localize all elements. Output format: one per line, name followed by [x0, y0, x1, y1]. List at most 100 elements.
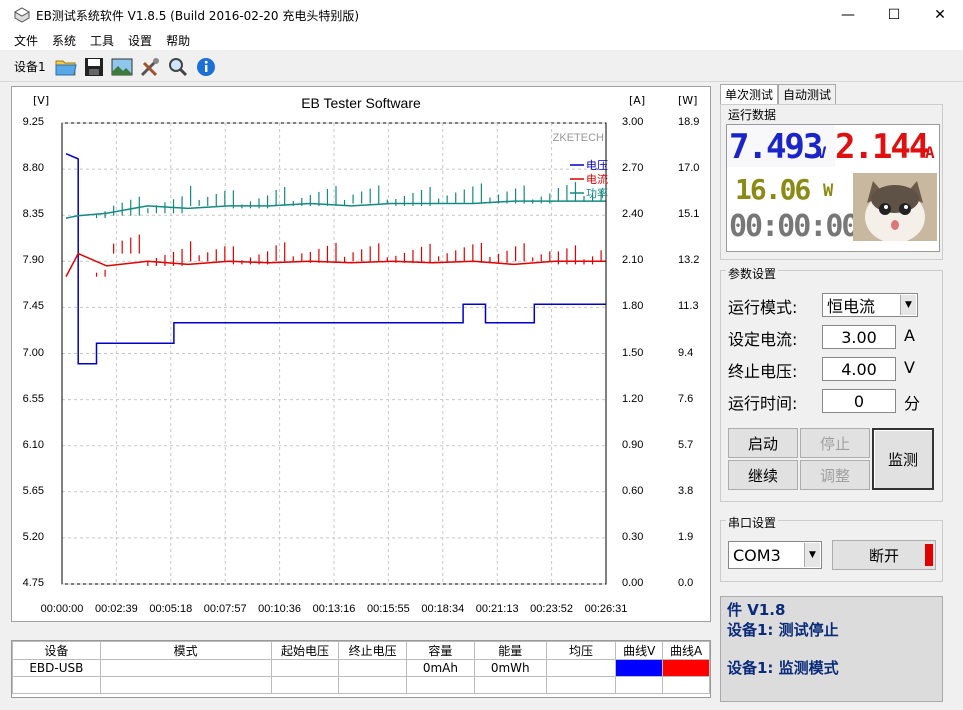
current-readout: 2.144: [835, 127, 929, 167]
x-tick: 00:13:16: [312, 603, 356, 615]
x-tick: 00:21:13: [475, 603, 519, 615]
stop-voltage-input[interactable]: 4.00: [822, 357, 896, 381]
start-button[interactable]: 启动: [728, 428, 798, 458]
x-tick: 00:02:39: [94, 603, 138, 615]
x-tick: 00:07:57: [203, 603, 247, 615]
disconnect-label: 断开: [868, 546, 899, 565]
window-title: EB测试系统软件 V1.8.5 (Build 2016-02-20 充电头特别版…: [36, 8, 360, 23]
y-left-tick: 8.35: [22, 208, 44, 221]
status-monitor: 设备1: 监测模式: [727, 659, 839, 677]
y-current-tick: 3.00: [622, 116, 644, 128]
y-power-tick: 5.7: [678, 438, 694, 451]
current-input[interactable]: 3.00: [822, 325, 896, 349]
y-power-tick: 13.2: [678, 254, 700, 267]
cat-photo-icon: [853, 173, 937, 241]
brand-label: ZKETECH: [553, 132, 604, 144]
menu-tools[interactable]: 工具: [90, 32, 114, 49]
col-capacity: 容量: [406, 641, 475, 660]
search-icon[interactable]: [164, 54, 192, 80]
com-port-select[interactable]: COM3 ▼: [728, 541, 822, 569]
y-power-tick: 7.6: [678, 392, 694, 405]
y-power-tick: 9.4: [678, 346, 694, 359]
col-curve-v: 曲线V: [615, 641, 664, 660]
power-readout: 16.06: [735, 173, 811, 206]
run-time-input[interactable]: 0: [822, 389, 896, 413]
y-power-tick: 11.3: [678, 300, 699, 313]
x-tick: 00:10:36: [258, 603, 301, 615]
stop-button[interactable]: 停止: [800, 428, 870, 458]
open-folder-icon[interactable]: [52, 54, 80, 80]
mode-select[interactable]: 恒电流 ▼: [822, 293, 918, 317]
x-tick: 00:18:34: [421, 603, 465, 615]
monitor-button[interactable]: 监测: [872, 428, 934, 490]
menu-system[interactable]: 系统: [52, 32, 76, 49]
chevron-down-icon[interactable]: ▼: [900, 295, 916, 315]
y-power-tick: 0.0: [678, 577, 694, 589]
image-icon[interactable]: [108, 54, 136, 80]
y-power-tick: 17.0: [678, 162, 700, 175]
x-tick: 00:05:18: [149, 603, 193, 615]
minimize-button[interactable]: —: [825, 0, 871, 30]
stop-voltage-label: 终止电压:: [728, 362, 798, 381]
y-current-tick: 0.60: [622, 484, 644, 497]
legend-label-1: 电流: [586, 172, 608, 186]
mode-value: 恒电流: [827, 297, 876, 316]
disconnect-button[interactable]: 断开: [832, 540, 936, 570]
table-row[interactable]: EBD-USB 0mAh 0mWh: [12, 659, 710, 677]
params-label: 参数设置: [726, 265, 779, 282]
menu-settings[interactable]: 设置: [128, 32, 152, 49]
cell-start-voltage: [270, 659, 340, 677]
cell-mode: [99, 659, 272, 677]
run-time-unit: 分: [904, 394, 921, 413]
chart-panel: EB Tester Software [V] [A] [W] 电压 电流 功率 ZKE…: [11, 86, 711, 622]
current-label: 设定电流:: [728, 330, 798, 349]
col-stop-voltage: 终止电压: [338, 641, 408, 660]
col-device: 设备: [12, 641, 101, 660]
tab-auto-test[interactable]: 自动测试: [778, 84, 837, 104]
x-tick: 00:15:55: [366, 603, 410, 615]
y-left-tick: 6.10: [22, 438, 44, 451]
curve-a-swatch[interactable]: [662, 659, 710, 677]
save-icon[interactable]: [80, 54, 108, 80]
continue-button[interactable]: 继续: [728, 460, 798, 490]
x-tick: 00:00:00: [40, 603, 84, 615]
app-icon: [14, 7, 30, 23]
cell-device: EBD-USB: [12, 659, 101, 677]
menu-file[interactable]: 文件: [14, 32, 38, 49]
power-unit: W: [823, 181, 834, 201]
tools-icon[interactable]: [136, 54, 164, 80]
maximize-button[interactable]: ☐: [871, 0, 917, 30]
cell-avg-voltage: [545, 659, 617, 677]
y-left-tick: 5.65: [22, 484, 44, 497]
status-test: 设备1: 测试停止: [727, 621, 839, 639]
com-port-value: COM3: [733, 545, 781, 565]
status-version: 件 V1.8: [727, 601, 786, 619]
y-current-tick: 0.00: [622, 577, 644, 589]
col-start-voltage: 起始电压: [270, 641, 340, 660]
y-left-tick: 5.20: [22, 530, 44, 543]
adjust-button[interactable]: 调整: [800, 460, 870, 490]
y-left-tick: 7.90: [22, 254, 44, 267]
close-button[interactable]: ✕: [917, 0, 963, 30]
current-unit: A: [925, 143, 935, 162]
y-current-tick: 1.20: [622, 392, 644, 405]
menu-bar: 文件 系统 工具 设置 帮助: [0, 30, 963, 50]
menu-help[interactable]: 帮助: [166, 32, 190, 49]
time-readout: 00:00:00: [729, 209, 859, 244]
chart-svg: 电压电流功率 ZKETECH: [61, 122, 608, 585]
cell-stop-voltage: [338, 659, 408, 677]
y-current-tick: 2.10: [622, 254, 644, 267]
table-row-empty: [12, 676, 710, 694]
y-power-tick: 3.8: [678, 484, 694, 497]
tab-single-test[interactable]: 单次测试: [720, 84, 779, 104]
y-left-tick: 6.55: [22, 392, 44, 405]
cell-capacity: 0mAh: [406, 659, 475, 677]
info-icon[interactable]: [192, 54, 220, 80]
curve-v-swatch[interactable]: [615, 659, 664, 677]
y-left-tick: 7.45: [22, 300, 44, 313]
y-current-tick: 0.30: [622, 530, 644, 543]
legend-label-2: 功率: [586, 186, 608, 200]
serial-label: 串口设置: [726, 514, 779, 531]
y-power-tick: 15.1: [678, 208, 700, 221]
chevron-down-icon[interactable]: ▼: [804, 543, 820, 567]
